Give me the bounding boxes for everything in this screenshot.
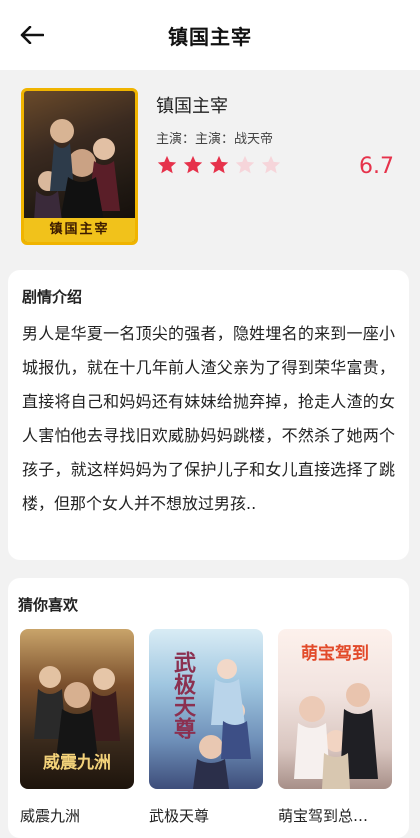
synopsis-text: 男人是华夏一名顶尖的强者，隐姓埋名的来到一座小城报仇，就在十几年前人渣父亲为了得…: [22, 324, 395, 513]
recommend-name: 武极天尊: [149, 807, 210, 825]
recommend-cover[interactable]: 武极天尊: [149, 629, 263, 789]
star-icon-filled: [157, 155, 177, 174]
back-button[interactable]: [18, 23, 46, 47]
cover-caption: 威震九洲: [43, 753, 111, 773]
recommend-name: 萌宝驾到总…: [278, 807, 369, 825]
recommend-title: 猜你喜欢: [18, 596, 79, 614]
star-icon-filled: [183, 155, 203, 174]
recommend-cover[interactable]: 萌宝驾到: [278, 629, 392, 789]
recommend-cover[interactable]: 威震九洲: [20, 629, 134, 789]
recommend-name: 威震九洲: [20, 807, 81, 825]
star-rating: [156, 154, 282, 176]
arrow-left-icon: [20, 26, 44, 44]
drama-poster[interactable]: 镇国主宰: [21, 88, 138, 245]
page-title: 镇国主宰: [168, 24, 252, 49]
star-icon-filled: [209, 155, 229, 174]
recommend-item[interactable]: 威震九洲 威震九洲: [20, 629, 134, 826]
top-bar: 镇国主宰: [0, 0, 420, 70]
recommend-item[interactable]: 武极天尊 武极天尊: [149, 629, 263, 826]
rating-score: 6.7: [359, 154, 394, 179]
recommend-list: 威震九洲 威震九洲 武极天尊 武极天尊 萌宝驾到 萌宝驾到总…: [18, 629, 399, 826]
drama-info: 镇国主宰 镇国主宰 主演：主演：战天帝 6.7: [0, 70, 420, 260]
cover-caption: 萌宝驾到: [301, 644, 369, 664]
drama-title: 镇国主宰: [156, 96, 228, 117]
cover-caption: 武极天尊: [170, 651, 195, 739]
cast-info: 主演：主演：战天帝: [156, 132, 274, 147]
recommend-card: 猜你喜欢 威震九洲 威震九洲 武极天尊 武极天尊 萌宝驾到 萌宝驾到总…: [8, 578, 409, 838]
synopsis-title: 剧情介绍: [22, 288, 83, 306]
recommend-item[interactable]: 萌宝驾到 萌宝驾到总…: [278, 629, 392, 826]
star-icon-empty: [235, 155, 255, 174]
synopsis-card: 剧情介绍 男人是华夏一名顶尖的强者，隐姓埋名的来到一座小城报仇，就在十几年前人渣…: [8, 270, 409, 560]
poster-caption: 镇国主宰: [24, 218, 135, 242]
star-icon-empty: [261, 155, 281, 174]
